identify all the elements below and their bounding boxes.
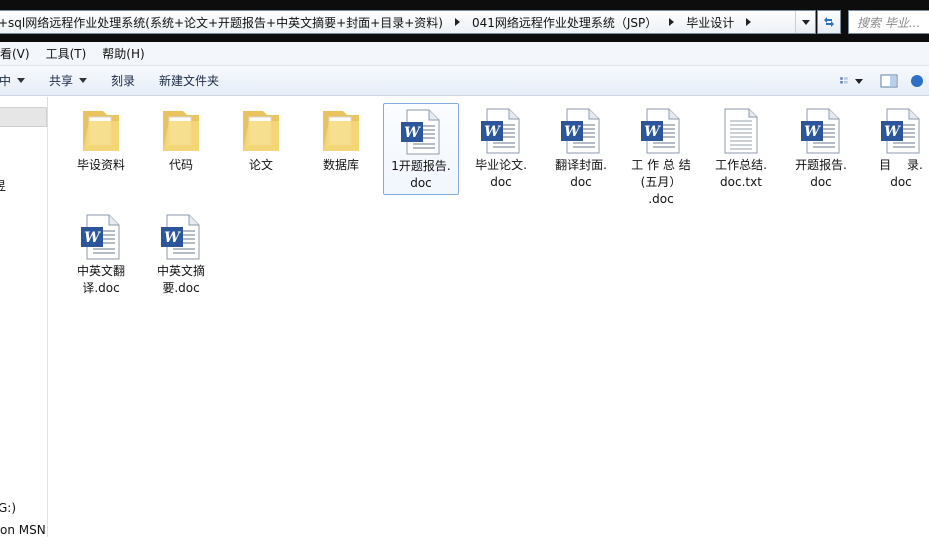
burn-label: 刻录	[111, 74, 136, 88]
file-name: 数据库	[322, 158, 359, 172]
file-item[interactable]: W 目 录. doc	[863, 103, 929, 193]
navigation-pane[interactable]: 昱 G:) on MSN	[0, 97, 48, 537]
view-tools	[835, 66, 929, 96]
new-folder-label: 新建文件夹	[159, 74, 220, 88]
file-name: 工作总结. doc.txt	[715, 158, 767, 189]
breadcrumb-item[interactable]: 毕业设计	[682, 14, 759, 31]
folder-item[interactable]: 代码	[143, 103, 219, 176]
word-doc-icon: W	[77, 213, 125, 261]
breadcrumb-item[interactable]: 041网络远程作业处理系统（JSP）	[468, 14, 682, 31]
command-bar: 中 共享 刻录 新建文件夹	[0, 66, 929, 96]
chevron-down-icon	[79, 78, 88, 83]
refresh-button[interactable]	[817, 10, 841, 34]
breadcrumb-item[interactable]: +sql网络远程作业处理系统(系统+论文+开题报告+中英文摘要+封面+目录+资料…	[0, 14, 468, 31]
chevron-down-icon	[17, 78, 26, 83]
include-in-library-button[interactable]: 中	[0, 72, 26, 89]
svg-text:W: W	[84, 230, 101, 246]
folder-icon	[77, 107, 125, 155]
file-name: 中英文摘 要.doc	[156, 264, 205, 295]
share-button[interactable]: 共享	[49, 72, 88, 89]
svg-text:W: W	[884, 124, 901, 140]
burn-button[interactable]: 刻录	[111, 72, 135, 89]
file-name: 中英文翻 译.doc	[76, 264, 125, 295]
nav-item-msn[interactable]: on MSN	[0, 523, 46, 537]
menu-help[interactable]: 帮助(H)	[94, 45, 152, 62]
search-input[interactable]: 搜索 毕业...	[848, 10, 929, 34]
file-item[interactable]: W 开题报告. doc	[783, 103, 859, 193]
chevron-down-icon	[855, 78, 863, 84]
word-doc-icon: W	[797, 107, 845, 155]
file-item[interactable]: W 中英文翻 译.doc	[63, 209, 139, 299]
file-name: 代码	[168, 158, 193, 172]
file-item[interactable]: W 中英文摘 要.doc	[143, 209, 219, 299]
svg-text:W: W	[804, 124, 821, 140]
word-doc-icon: W	[157, 213, 205, 261]
file-name: 毕设资料	[76, 158, 125, 172]
file-name: 工 作 总 结 (五月） .doc	[631, 158, 691, 206]
chevron-down-icon	[801, 19, 810, 25]
breadcrumb-label: 毕业设计	[686, 15, 735, 30]
file-item-selected[interactable]: W 1开题报告. doc	[383, 103, 459, 195]
file-item[interactable]: W 工 作 总 结 (五月） .doc	[623, 103, 699, 210]
file-item[interactable]: W 翻译封面. doc	[543, 103, 619, 193]
folder-icon	[317, 107, 365, 155]
file-name: 论文	[248, 158, 273, 172]
new-folder-button[interactable]: 新建文件夹	[159, 72, 219, 89]
file-name: 目 录. doc	[879, 158, 923, 189]
search-placeholder: 搜索 毕业...	[857, 15, 921, 30]
address-bar[interactable]: +sql网络远程作业处理系统(系统+论文+开题报告+中英文摘要+封面+目录+资料…	[0, 10, 816, 34]
breadcrumb-label: +sql网络远程作业处理系统(系统+论文+开题报告+中英文摘要+封面+目录+资料…	[0, 15, 443, 30]
word-doc-icon: W	[557, 107, 605, 155]
preview-pane-button[interactable]	[877, 70, 901, 92]
title-bar: +sql网络远程作业处理系统(系统+论文+开题报告+中英文摘要+封面+目录+资料…	[0, 0, 929, 42]
folder-item[interactable]: 数据库	[303, 103, 379, 176]
change-view-button[interactable]	[839, 70, 863, 92]
text-file-icon	[717, 107, 765, 155]
preview-pane-icon	[880, 74, 898, 88]
nav-item-drive-g[interactable]: G:)	[0, 501, 16, 515]
breadcrumb-arrow-icon[interactable]	[454, 18, 460, 26]
folder-icon	[237, 107, 285, 155]
svg-text:W: W	[164, 230, 181, 246]
file-name: 开题报告. doc	[795, 158, 847, 189]
include-label: 中	[0, 74, 12, 88]
help-button[interactable]	[905, 70, 929, 92]
word-doc-icon: W	[397, 108, 445, 156]
folder-icon	[157, 107, 205, 155]
folder-item[interactable]: 毕设资料	[63, 103, 139, 176]
svg-text:W: W	[644, 124, 661, 140]
help-icon	[911, 75, 923, 87]
word-doc-icon: W	[477, 107, 525, 155]
svg-text:W: W	[564, 124, 581, 140]
breadcrumb-arrow-icon[interactable]	[746, 18, 752, 26]
folder-item[interactable]: 论文	[223, 103, 299, 176]
file-item[interactable]: W 毕业论文. doc	[463, 103, 539, 193]
file-name: 1开题报告. doc	[391, 159, 451, 190]
menu-tools[interactable]: 工具(T)	[38, 45, 95, 62]
svg-text:W: W	[404, 125, 421, 141]
word-doc-icon: W	[637, 107, 685, 155]
file-name: 毕业论文. doc	[475, 158, 527, 189]
menu-view[interactable]: 看(V)	[0, 45, 38, 62]
address-history-dropdown[interactable]	[795, 11, 815, 33]
word-doc-icon: W	[877, 107, 925, 155]
file-list[interactable]: 毕设资料 代码 论文 数据库 W 1开题报告. doc W 毕业论文. doc …	[49, 97, 929, 537]
view-options-icon	[840, 77, 848, 84]
file-item[interactable]: 工作总结. doc.txt	[703, 103, 779, 193]
refresh-icon	[824, 17, 834, 27]
nav-item-partial[interactable]: 昱	[0, 177, 6, 194]
nav-selected-item[interactable]	[0, 107, 47, 127]
menu-bar: 看(V) 工具(T) 帮助(H)	[0, 42, 929, 66]
share-label: 共享	[49, 74, 74, 88]
file-name: 翻译封面. doc	[555, 158, 607, 189]
breadcrumb-label: 041网络远程作业处理系统（JSP）	[471, 15, 658, 30]
breadcrumb-arrow-icon[interactable]	[669, 18, 675, 26]
svg-text:W: W	[484, 124, 501, 140]
